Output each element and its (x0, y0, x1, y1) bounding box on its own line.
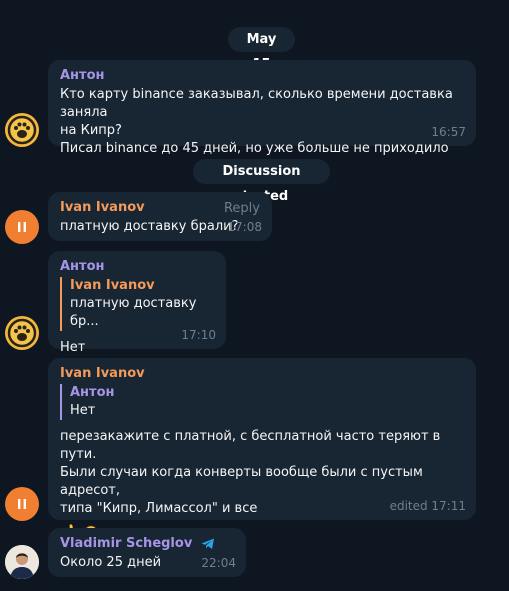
reply-quote[interactable]: Ivan Ivanov платную доставку бр... (60, 277, 214, 331)
message-time: 17:10 (181, 328, 216, 342)
date-divider: May 15 (228, 27, 295, 72)
message-time: 16:57 (431, 125, 466, 139)
sender-name[interactable]: Антон (60, 259, 214, 275)
pause-avatar[interactable] (5, 210, 39, 244)
paw-icon (7, 318, 37, 348)
quote-text: Нет (70, 403, 96, 418)
quote-sender: Антон (70, 385, 115, 400)
paw-avatar[interactable] (5, 316, 39, 350)
sender-name[interactable]: Антон (60, 68, 464, 84)
message-time: 22:04 (201, 556, 236, 570)
message-bubble[interactable]: Vladimir Scheglov Около 25 дней 22:04 (48, 528, 246, 577)
message-time: edited 17:11 (389, 499, 466, 513)
message-text: Кто карту binance заказывал, сколько вре… (60, 87, 457, 156)
discussion-divider: Discussion started (193, 159, 330, 204)
pause-icon (18, 222, 26, 232)
quote-sender: Ivan Ivanov (70, 278, 155, 293)
person-avatar[interactable] (5, 545, 39, 579)
chat-history[interactable]: May 15 Антон Кто карту binance заказывал… (0, 0, 509, 591)
sender-name[interactable]: Ivan Ivanov (60, 366, 464, 382)
pause-icon (18, 499, 26, 509)
message-bubble[interactable]: Антон Ivan Ivanov платную доставку бр...… (48, 251, 226, 355)
message-time: 17:08 (227, 220, 262, 234)
reply-button[interactable]: Reply (224, 200, 260, 218)
reply-quote[interactable]: Антон Нет (60, 384, 464, 420)
telegram-icon (201, 538, 214, 549)
user-photo-icon (5, 545, 39, 579)
message-bubble[interactable]: Антон Кто карту binance заказывал, сколь… (48, 60, 476, 156)
pause-avatar[interactable] (5, 487, 39, 521)
paw-icon (7, 115, 37, 145)
message-bubble[interactable]: Ivan Ivanov платную доставку брали? Repl… (48, 192, 272, 241)
sender-name[interactable]: Vladimir Scheglov (60, 536, 234, 552)
message-bubble[interactable]: Ivan Ivanov Антон Нет перезакажите с пла… (48, 358, 476, 542)
paw-avatar[interactable] (5, 113, 39, 147)
